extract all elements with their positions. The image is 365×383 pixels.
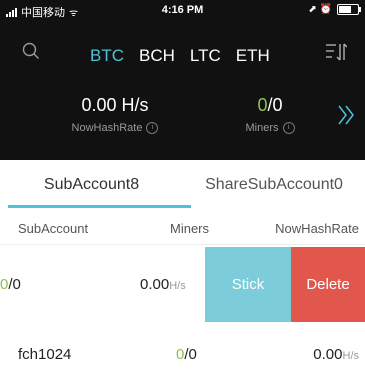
row-miners: 0/0 — [176, 346, 197, 363]
tab-bch[interactable]: BCH — [139, 46, 175, 66]
hashrate-label-group: NowHashRate i — [60, 122, 170, 134]
col-miners: Miners — [170, 221, 210, 236]
miners-label: Miners — [245, 122, 279, 134]
hashrate-number: 0.00 — [140, 276, 170, 293]
coin-tabs: BTC BCH LTC ETH — [90, 46, 270, 66]
tab-eth[interactable]: ETH — [236, 46, 270, 66]
row-subaccount-name: fch1024 — [18, 346, 72, 363]
row-hashrate: 0.00H/s — [140, 276, 186, 293]
info-icon[interactable]: i — [282, 122, 295, 134]
battery-icon — [337, 4, 361, 15]
delete-button[interactable]: Delete — [291, 247, 365, 322]
hashrate-label: NowHashRate — [71, 122, 143, 134]
sort-icon[interactable] — [325, 42, 347, 62]
tab-subaccount[interactable]: SubAccount8 — [0, 176, 183, 194]
table-row[interactable]: fch1024 0/0 0.00H/s — [0, 330, 365, 383]
status-right: ⬈ ⏰ — [308, 4, 361, 15]
miners-value: 0/0 — [240, 95, 300, 116]
hashrate-unit: H/s — [342, 350, 360, 362]
hashrate-number: 0.00 — [313, 346, 343, 363]
status-bar: 中国移动 ᯤ 4:16 PM ⬈ ⏰ — [0, 0, 365, 20]
col-subaccount: SubAccount — [18, 221, 89, 236]
stick-button[interactable]: Stick — [205, 247, 291, 322]
info-icon[interactable]: i — [146, 122, 159, 134]
hashrate-value: 0.00 H/s — [81, 95, 149, 115]
miners-total-count: /0 — [267, 95, 283, 115]
account-subtabs: SubAccount8 ShareSubAccount0 — [0, 160, 365, 208]
mining-header: 中国移动 ᯤ 4:16 PM ⬈ ⏰ BTC BCH LTC ETH 0.00 … — [0, 0, 365, 160]
active-tab-indicator — [8, 205, 191, 208]
tab-share-subaccount[interactable]: ShareSubAccount0 — [183, 176, 365, 194]
search-icon[interactable] — [22, 42, 40, 60]
miners-online-count: 0 — [257, 95, 268, 115]
row-miners-ratio: 0/0 — [0, 276, 21, 293]
miners-label-group: Miners i — [240, 122, 300, 134]
table-header: SubAccount Miners NowHashRate — [0, 212, 365, 245]
row-hashrate: 0.00H/s — [313, 346, 359, 363]
total-count: /0 — [8, 276, 21, 293]
tab-btc[interactable]: BTC — [90, 46, 124, 66]
col-hashrate: NowHashRate — [275, 221, 359, 236]
chevron-right-icon[interactable] — [337, 102, 355, 128]
total-count: /0 — [184, 346, 197, 363]
table-row[interactable]: 0/0 0.00H/s Stick Delete — [0, 247, 365, 322]
status-extra-icons: ⬈ ⏰ — [308, 4, 332, 15]
tab-ltc[interactable]: LTC — [190, 46, 221, 66]
hashrate-unit: H/s — [169, 280, 186, 292]
